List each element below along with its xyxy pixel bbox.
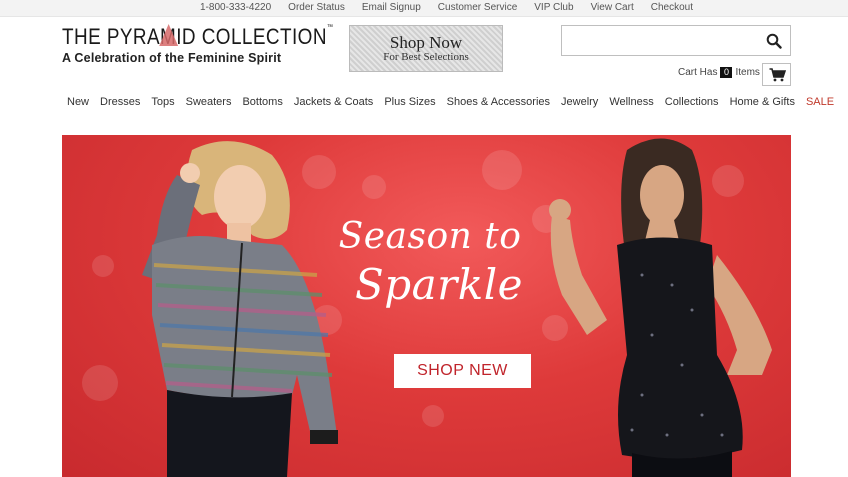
hero-title-line1: Season to [338,216,522,257]
shop-new-button[interactable]: SHOP NEW [394,354,531,388]
order-status-link[interactable]: Order Status [288,2,345,13]
search-icon[interactable] [766,33,782,49]
vip-club-link[interactable]: VIP Club [534,2,573,13]
search-box [561,25,791,56]
search-input[interactable] [562,26,757,55]
customer-service-link[interactable]: Customer Service [438,2,517,13]
bokeh-light [482,150,522,190]
model-black-sequin-top-image [549,138,772,477]
model-sequin-jacket-image [142,141,338,477]
nav-item-plus-sizes[interactable]: Plus Sizes [384,96,435,108]
cart-button[interactable] [762,63,791,86]
bokeh-light [362,175,386,199]
bokeh-light [422,405,444,427]
cart-label: Cart Has [678,67,718,78]
logo-tagline: A Celebration of the Feminine Spirit [62,51,282,65]
utility-links: 1-800-333-4220 Order Status Email Signup… [200,2,693,13]
nav-item-sale[interactable]: SALE [806,96,834,108]
cart-summary: Cart Has 0 Items [678,67,760,78]
nav-item-tops[interactable]: Tops [151,96,174,108]
nav-item-bottoms[interactable]: Bottoms [242,96,282,108]
nav-item-new[interactable]: New [67,96,89,108]
cart-count-badge: 0 [720,67,733,78]
utility-bar: 1-800-333-4220 Order Status Email Signup… [0,0,848,17]
hero-title: Season to Sparkle [330,213,530,309]
nav-item-dresses[interactable]: Dresses [100,96,140,108]
promo-sub-text: For Best Selections [383,51,469,63]
hero-title-line2: Sparkle [354,260,523,309]
nav-item-jackets-coats[interactable]: Jackets & Coats [294,96,373,108]
nav-item-jewelry[interactable]: Jewelry [561,96,598,108]
nav-item-collections[interactable]: Collections [665,96,719,108]
cart-items-label: Items [735,67,760,78]
pyramid-logo-icon [159,24,179,46]
hero-banner[interactable]: Season to Sparkle SHOP NEW [62,135,791,477]
shop-now-promo[interactable]: Shop Now For Best Selections [349,25,503,72]
email-signup-link[interactable]: Email Signup [362,2,421,13]
promo-main-text: Shop Now [389,33,463,52]
nav-item-wellness[interactable]: Wellness [609,96,653,108]
nav-item-shoes-accessories[interactable]: Shoes & Accessories [447,96,550,108]
site-logo[interactable]: THE PYRAMID COLLECTION™ A Celebration of… [62,24,378,65]
nav-item-home-gifts[interactable]: Home & Gifts [730,96,795,108]
cart-icon [769,68,786,82]
nav-item-sweaters[interactable]: Sweaters [186,96,232,108]
phone-link[interactable]: 1-800-333-4220 [200,2,271,13]
checkout-link[interactable]: Checkout [651,2,693,13]
logo-title: THE PYRAMID COLLECTION™ [62,24,334,49]
main-navigation: New Dresses Tops Sweaters Bottoms Jacket… [67,96,834,108]
view-cart-link[interactable]: View Cart [591,2,634,13]
